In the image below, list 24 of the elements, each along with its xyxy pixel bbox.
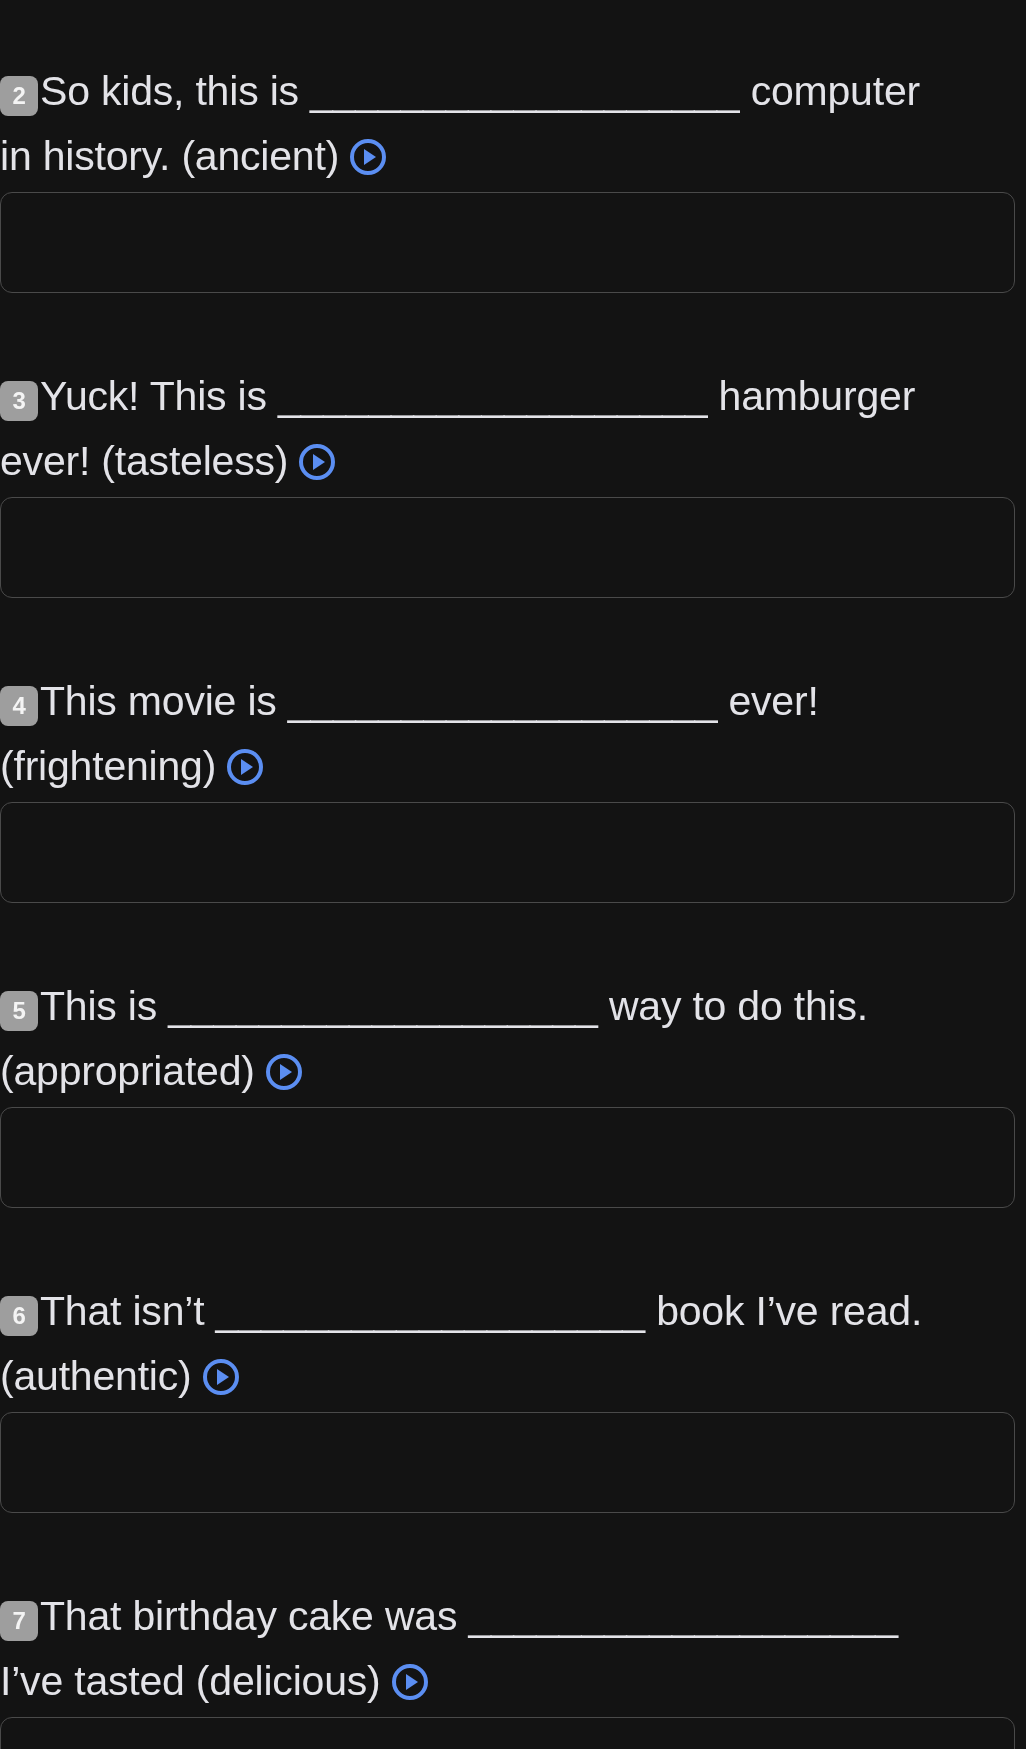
- play-icon[interactable]: [390, 1662, 429, 1701]
- question-text: ever! (tasteless): [0, 438, 289, 485]
- play-icon[interactable]: [226, 747, 265, 786]
- question-text: This is ___________________ way to do this.: [40, 983, 868, 1030]
- question-text: I’ve tasted (delicious): [0, 1658, 381, 1705]
- question-number: 2: [0, 75, 38, 116]
- question-text: (frightening): [0, 743, 217, 790]
- question-text: This movie is ___________________ ever!: [40, 678, 819, 725]
- question-text: That isn’t ___________________ book I’ve read.: [40, 1288, 923, 1335]
- question-text: That birthday cake was ___________________: [40, 1593, 898, 1640]
- play-icon[interactable]: [349, 137, 388, 176]
- question-text: So kids, this is ___________________ computer: [40, 68, 920, 115]
- question-text: Yuck! This is ___________________ hamburger: [40, 373, 916, 420]
- play-icon[interactable]: [201, 1357, 240, 1396]
- play-icon[interactable]: [298, 442, 337, 481]
- question-number: 7: [0, 1600, 38, 1641]
- question-number: 6: [0, 1295, 38, 1336]
- play-icon[interactable]: [264, 1052, 303, 1091]
- question-number: 4: [0, 685, 38, 726]
- question-number: 5: [0, 990, 38, 1031]
- question-text: in history. (ancient): [0, 133, 340, 180]
- question-text: (authentic): [0, 1353, 192, 1400]
- question-text: (appropriated): [0, 1048, 255, 1095]
- question-number: 3: [0, 380, 38, 421]
